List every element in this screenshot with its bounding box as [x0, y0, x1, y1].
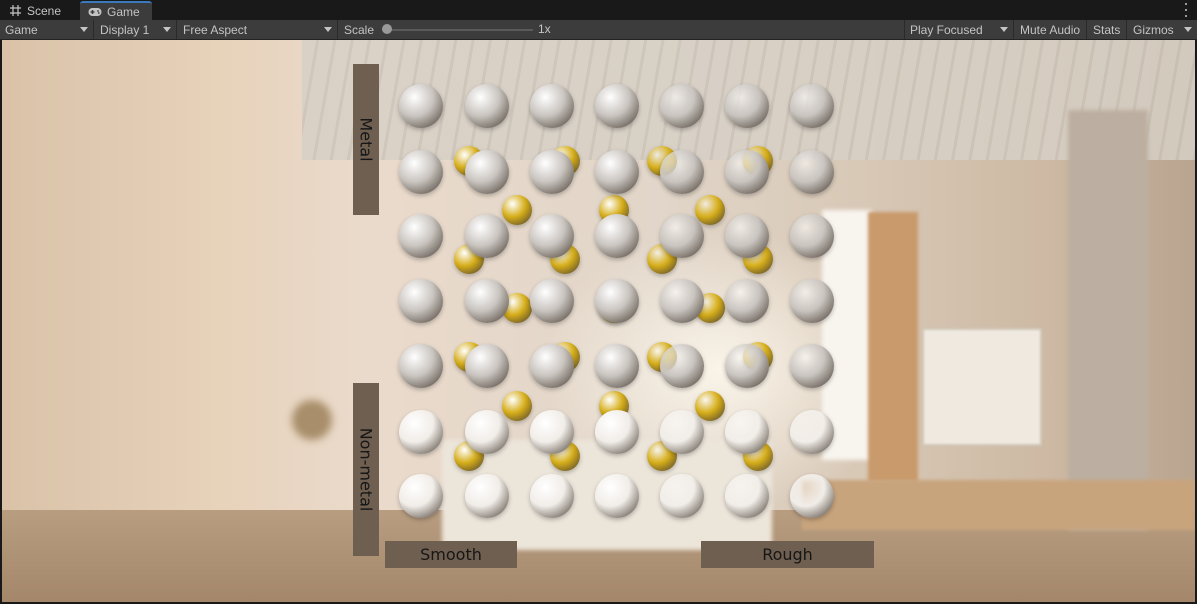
tab-scene-label: Scene	[27, 3, 62, 18]
nonmetal-sphere	[465, 410, 509, 454]
metal-sphere	[530, 214, 574, 258]
chevron-down-icon	[163, 27, 171, 32]
chevron-down-icon	[324, 27, 332, 32]
gold-sphere	[502, 391, 532, 421]
mute-audio-button[interactable]: Mute Audio	[1015, 20, 1087, 39]
sphere-grid	[2, 40, 1195, 602]
metal-sphere	[725, 84, 769, 128]
metal-sphere	[399, 279, 443, 323]
display-value: Display 1	[100, 22, 150, 37]
metal-sphere	[725, 279, 769, 323]
nonmetal-sphere	[399, 410, 443, 454]
scale-label: Scale	[344, 22, 375, 37]
metal-label-text: Metal	[356, 117, 376, 162]
scale-slider-track[interactable]	[387, 29, 533, 31]
metal-sphere	[595, 214, 639, 258]
metal-sphere	[465, 84, 509, 128]
metal-sphere	[790, 279, 834, 323]
metal-sphere	[399, 344, 443, 388]
tab-bar: Scene Game	[0, 0, 1197, 20]
nonmetal-sphere	[790, 474, 834, 518]
gamepad-icon	[88, 5, 102, 19]
grid-icon	[8, 4, 22, 18]
metal-sphere	[530, 344, 574, 388]
scale-value: 1x	[538, 22, 551, 36]
stats-button[interactable]: Stats	[1088, 20, 1127, 39]
metal-sphere	[660, 150, 704, 194]
gizmos-dropdown[interactable]: Gizmos	[1128, 20, 1197, 39]
metal-sphere	[399, 84, 443, 128]
rough-label-text: Rough	[762, 545, 813, 564]
gold-sphere	[695, 391, 725, 421]
metal-sphere	[725, 150, 769, 194]
metal-sphere	[465, 150, 509, 194]
gold-sphere	[502, 195, 532, 225]
tab-game-label: Game	[107, 4, 140, 19]
nonmetal-sphere	[660, 474, 704, 518]
metal-sphere	[725, 344, 769, 388]
nonmetal-sphere	[399, 474, 443, 518]
metal-sphere	[595, 344, 639, 388]
nonmetal-sphere	[595, 474, 639, 518]
metal-sphere	[465, 279, 509, 323]
metal-sphere	[530, 150, 574, 194]
mute-audio-label: Mute Audio	[1020, 22, 1081, 37]
nonmetal-sphere	[595, 410, 639, 454]
aspect-dropdown[interactable]: Free Aspect	[178, 20, 338, 39]
chevron-down-icon	[1184, 27, 1192, 32]
metal-sphere	[399, 214, 443, 258]
metal-sphere	[790, 214, 834, 258]
nonmetal-sphere	[725, 410, 769, 454]
aspect-value: Free Aspect	[183, 22, 248, 37]
metal-sphere	[660, 84, 704, 128]
metal-sphere	[660, 279, 704, 323]
nonmetal-sphere	[725, 474, 769, 518]
metal-sphere	[790, 84, 834, 128]
nonmetal-sphere	[660, 410, 704, 454]
nonmetal-label-text: Non-metal	[356, 427, 376, 512]
view-mode-value: Game	[5, 22, 38, 37]
smooth-label-text: Smooth	[420, 545, 482, 564]
rough-label: Rough	[701, 541, 874, 568]
scale-slider-thumb[interactable]	[382, 24, 392, 34]
smooth-label: Smooth	[385, 541, 517, 568]
game-view-toolbar: Game Display 1 Free Aspect Scale 1x Play…	[0, 20, 1197, 40]
more-options-icon[interactable]	[1183, 3, 1189, 17]
nonmetal-sphere	[790, 410, 834, 454]
stats-label: Stats	[1093, 22, 1121, 37]
view-mode-dropdown[interactable]: Game	[0, 20, 94, 39]
tab-scene[interactable]: Scene	[0, 1, 78, 20]
metal-sphere	[595, 279, 639, 323]
metal-sphere	[595, 84, 639, 128]
metal-sphere	[790, 344, 834, 388]
chevron-down-icon	[80, 27, 88, 32]
metal-sphere	[725, 214, 769, 258]
display-dropdown[interactable]: Display 1	[95, 20, 177, 39]
metal-sphere	[399, 150, 443, 194]
metal-sphere	[660, 214, 704, 258]
nonmetal-label: Non-metal	[353, 383, 379, 556]
metal-sphere	[595, 150, 639, 194]
game-viewport[interactable]: Metal Non-metal Smooth Rough	[2, 40, 1195, 602]
metal-label: Metal	[353, 64, 379, 215]
chevron-down-icon	[1000, 27, 1008, 32]
nonmetal-sphere	[465, 474, 509, 518]
gold-sphere	[695, 195, 725, 225]
metal-sphere	[465, 344, 509, 388]
gizmos-label: Gizmos	[1133, 22, 1174, 37]
nonmetal-sphere	[530, 410, 574, 454]
metal-sphere	[530, 279, 574, 323]
play-mode-value: Play Focused	[910, 22, 983, 37]
metal-sphere	[530, 84, 574, 128]
tab-game[interactable]: Game	[80, 1, 152, 20]
scale-control: Scale 1x	[339, 20, 559, 39]
play-mode-dropdown[interactable]: Play Focused	[904, 20, 1014, 39]
metal-sphere	[465, 214, 509, 258]
metal-sphere	[660, 344, 704, 388]
metal-sphere	[790, 150, 834, 194]
nonmetal-sphere	[530, 474, 574, 518]
